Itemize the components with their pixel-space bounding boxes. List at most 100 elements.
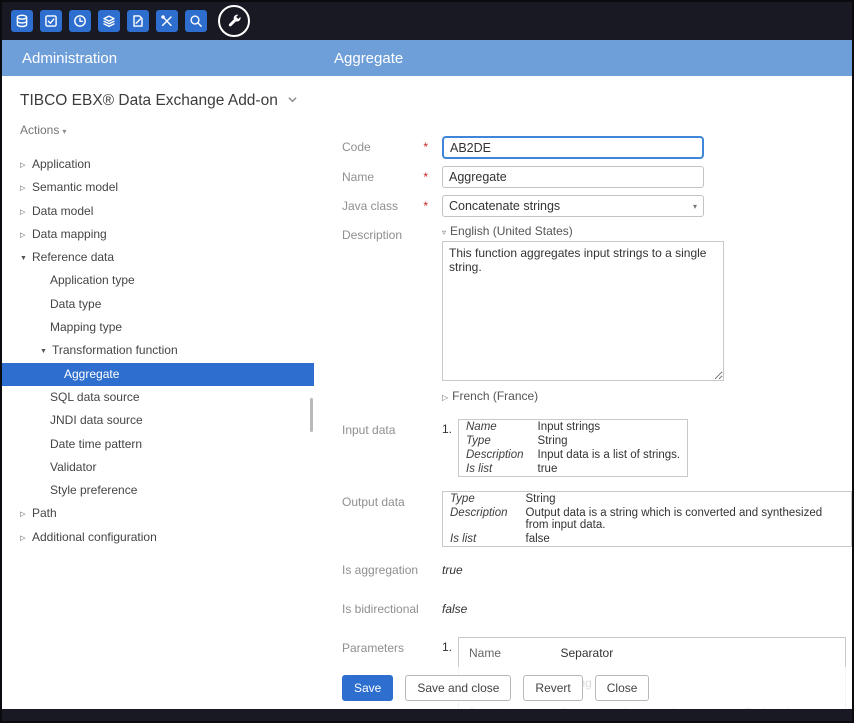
java-class-select[interactable]: Concatenate strings ▾ [442, 195, 704, 217]
collapse-caret-icon[interactable]: ▷ [20, 154, 32, 177]
save-button[interactable]: Save [342, 675, 393, 701]
sidebar-item-path[interactable]: ▷Path [2, 502, 314, 525]
admin-wrench-icon[interactable] [218, 5, 250, 37]
sidebar-item-label: Data model [32, 204, 93, 218]
is-aggregation-value: true [442, 559, 463, 577]
sidebar-item-application-type[interactable]: Application type [2, 269, 314, 292]
expand-caret-icon[interactable]: ▼ [20, 247, 32, 270]
field-label: Java class* [342, 195, 442, 213]
collapse-caret-icon[interactable]: ▷ [20, 224, 32, 247]
list-index: 1. [442, 419, 458, 436]
sidebar-item-label: Data mapping [32, 227, 107, 241]
dropdown-caret-icon: ▾ [693, 202, 697, 211]
section-header: Administration Aggregate [2, 40, 852, 76]
collapse-caret-icon: ▷ [442, 393, 448, 402]
sidebar-item-additional-configuration[interactable]: ▷Additional configuration [2, 526, 314, 549]
java-class-selected-value: Concatenate strings [449, 199, 560, 213]
field-row-is-bidirectional: Is bidirectional false [342, 598, 852, 616]
field-label: Name* [342, 166, 442, 184]
sidebar-item-transformation-function[interactable]: ▼Transformation function [2, 339, 314, 362]
clock-icon[interactable] [69, 10, 91, 32]
input-data-table: NameInput strings TypeString Description… [458, 419, 688, 477]
collapse-caret-icon[interactable]: ▷ [20, 503, 32, 526]
field-label: Output data [342, 491, 442, 509]
sidebar-item-label: Path [32, 506, 57, 520]
french-locale-toggle[interactable]: ▷French (France) [442, 389, 724, 403]
list-index: 1. [442, 637, 458, 654]
is-bidirectional-value: false [442, 598, 467, 616]
sidebar-item-label: SQL data source [50, 390, 140, 404]
form-action-bar: Save Save and close Revert Close [314, 667, 852, 709]
sidebar-item-semantic-model[interactable]: ▷Semantic model [2, 176, 314, 199]
expand-caret-icon[interactable]: ▼ [40, 340, 52, 363]
sidebar-item-style-preference[interactable]: Style preference [2, 479, 314, 502]
search-icon[interactable] [185, 10, 207, 32]
sidebar-tree: ▷Application ▷Semantic model ▷Data model… [2, 153, 314, 549]
name-input[interactable] [442, 166, 704, 188]
table-row: DescriptionInput data is a list of strin… [459, 448, 688, 462]
table-row: NameInput strings [459, 420, 688, 435]
table-row: Is listtrue [459, 462, 688, 477]
collapse-caret-icon[interactable]: ▷ [20, 177, 32, 200]
field-label: Is aggregation [342, 559, 442, 577]
sidebar-item-label: Aggregate [64, 367, 119, 381]
sidebar-item-jndi-data-source[interactable]: JNDI data source [2, 409, 314, 432]
sidebar-scrollbar[interactable] [310, 398, 313, 432]
output-data-table: TypeString DescriptionOutput data is a s… [442, 491, 852, 547]
sidebar-item-label: Mapping type [50, 320, 122, 334]
save-and-close-button[interactable]: Save and close [405, 675, 511, 701]
sidebar-item-application[interactable]: ▷Application [2, 153, 314, 176]
caret-down-icon: ▾ [62, 127, 66, 136]
perspective-title: Administration [2, 40, 314, 76]
sidebar-item-label: Style preference [50, 483, 137, 497]
sidebar-item-label: Validator [50, 460, 96, 474]
navigation-sidebar: TIBCO EBX® Data Exchange Add-on Actions▾… [2, 76, 314, 709]
sidebar-item-validator[interactable]: Validator [2, 456, 314, 479]
description-english-textarea[interactable]: This function aggregates input strings t… [442, 241, 724, 381]
field-row-code: Code* [342, 136, 852, 159]
sidebar-item-data-type[interactable]: Data type [2, 293, 314, 316]
sidebar-item-label: Date time pattern [50, 437, 142, 451]
collapse-caret-icon[interactable]: ▷ [20, 527, 32, 550]
code-input[interactable] [442, 136, 704, 159]
tools-icon[interactable] [156, 10, 178, 32]
field-label: Code* [342, 136, 442, 154]
table-row: NameSeparator [459, 638, 846, 669]
actions-label: Actions [20, 123, 59, 137]
sidebar-item-aggregate[interactable]: Aggregate [2, 363, 314, 386]
required-asterisk: * [423, 140, 428, 154]
edit-document-icon[interactable] [127, 10, 149, 32]
actions-menu[interactable]: Actions▾ [20, 123, 296, 137]
expand-caret-icon: ▿ [442, 228, 446, 237]
checklist-icon[interactable] [40, 10, 62, 32]
sidebar-item-label: Application [32, 157, 91, 171]
record-form: Code* Name* Java class* Concatenate stri… [314, 76, 852, 709]
dataset-title[interactable]: TIBCO EBX® Data Exchange Add-on [2, 92, 314, 110]
revert-button[interactable]: Revert [523, 675, 582, 701]
app-window: Administration Aggregate TIBCO EBX® Data… [0, 0, 854, 723]
sidebar-item-sql-data-source[interactable]: SQL data source [2, 386, 314, 409]
sidebar-item-label: Reference data [32, 250, 114, 264]
sidebar-item-date-time-pattern[interactable]: Date time pattern [2, 433, 314, 456]
top-toolbar [2, 2, 852, 40]
field-row-output-data: Output data TypeString DescriptionOutput… [342, 491, 852, 547]
sidebar-item-data-mapping[interactable]: ▷Data mapping [2, 223, 314, 246]
sidebar-item-label: Semantic model [32, 180, 118, 194]
close-button[interactable]: Close [595, 675, 650, 701]
chevron-down-icon[interactable] [287, 92, 298, 110]
database-icon[interactable] [11, 10, 33, 32]
table-row: Is listfalse [443, 532, 852, 547]
table-row: TypeString [459, 434, 688, 448]
collapse-caret-icon[interactable]: ▷ [20, 201, 32, 224]
page-title: Aggregate [314, 40, 852, 76]
english-locale-toggle[interactable]: ▿English (United States) [442, 224, 724, 238]
sidebar-item-data-model[interactable]: ▷Data model [2, 200, 314, 223]
field-row-java-class: Java class* Concatenate strings ▾ [342, 195, 852, 217]
sidebar-item-reference-data[interactable]: ▼Reference data [2, 246, 314, 269]
dataset-title-label: TIBCO EBX® Data Exchange Add-on [20, 92, 278, 110]
sidebar-item-label: Additional configuration [32, 530, 157, 544]
layers-icon[interactable] [98, 10, 120, 32]
field-row-name: Name* [342, 166, 852, 188]
sidebar-item-mapping-type[interactable]: Mapping type [2, 316, 314, 339]
field-label: Input data [342, 419, 442, 437]
